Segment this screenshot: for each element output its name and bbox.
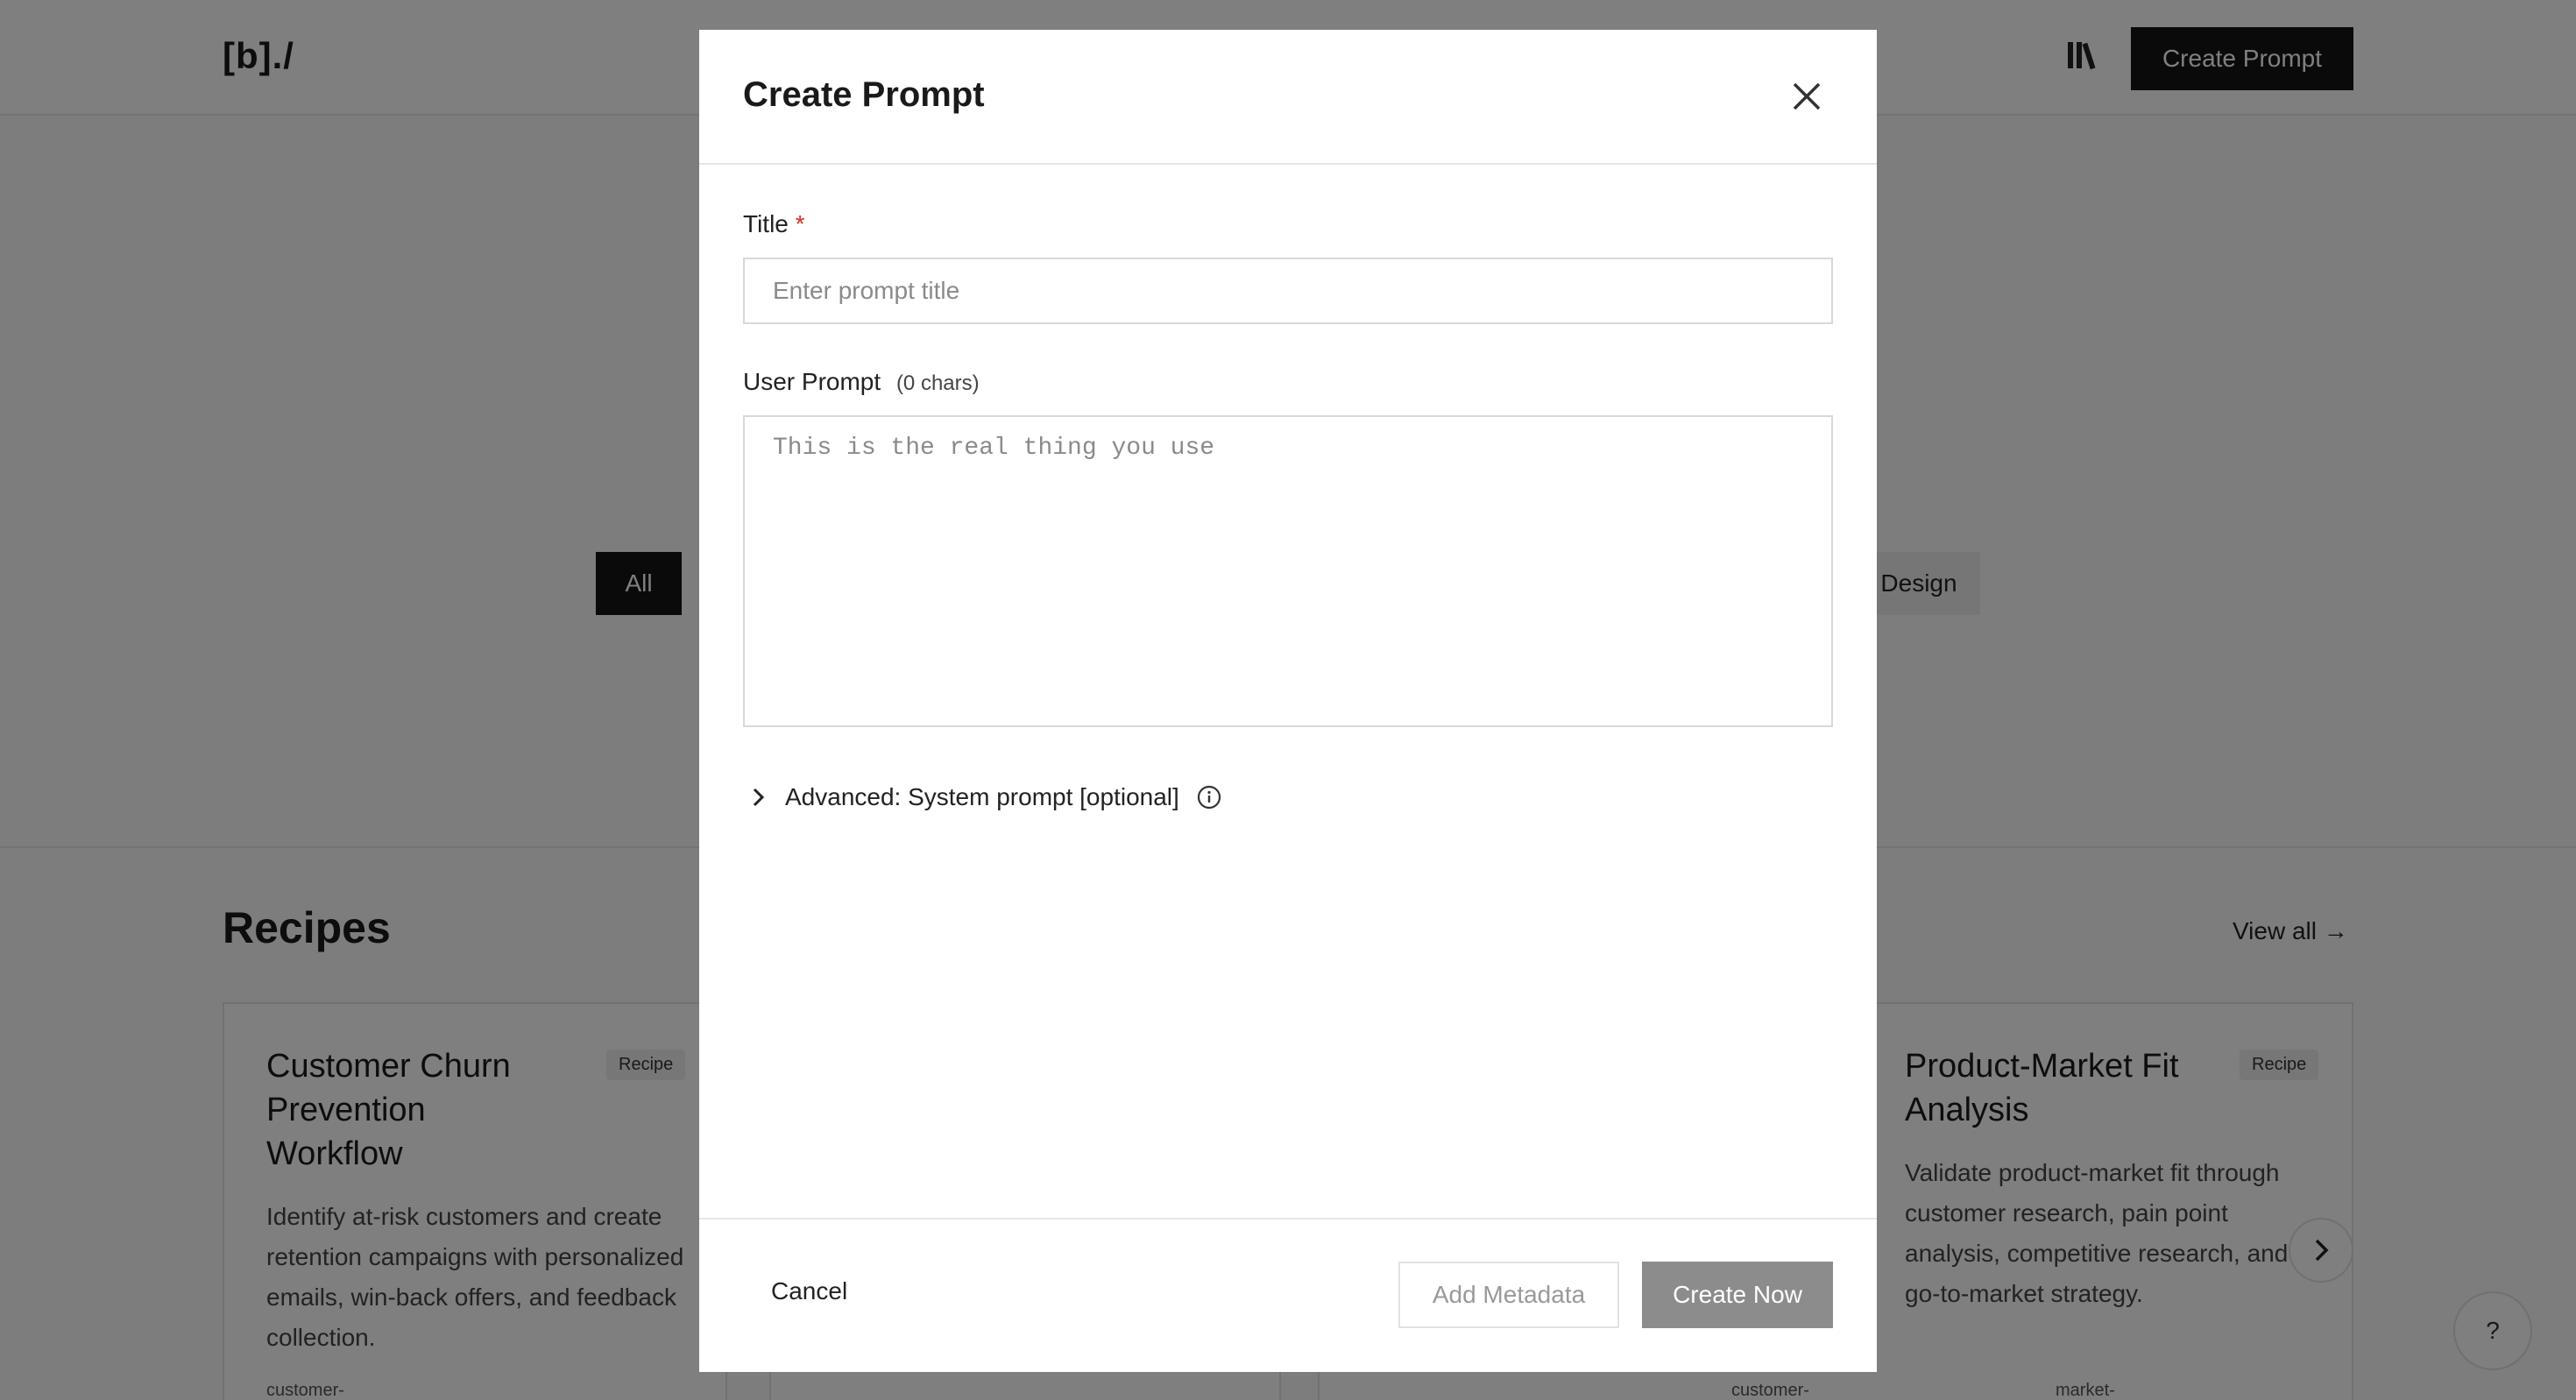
advanced-system-prompt-toggle[interactable]: Advanced: System prompt [optional] xyxy=(743,780,1223,815)
user-prompt-label: User Prompt (0 chars) xyxy=(743,368,980,396)
info-icon[interactable] xyxy=(1195,783,1223,811)
title-label: Title * xyxy=(743,210,805,238)
user-prompt-label-text: User Prompt xyxy=(743,368,881,395)
modal-footer: Cancel Add Metadata Create Now xyxy=(699,1218,1877,1372)
advanced-label: Advanced: System prompt [optional] xyxy=(785,783,1179,810)
title-label-text: Title xyxy=(743,210,789,237)
required-mark: * xyxy=(795,210,805,237)
create-prompt-modal: Create Prompt Title * User Prompt (0 cha… xyxy=(699,30,1877,1372)
close-icon[interactable] xyxy=(1789,79,1824,114)
create-now-button[interactable]: Create Now xyxy=(1642,1262,1833,1328)
modal-header: Create Prompt xyxy=(699,30,1877,165)
user-prompt-textarea[interactable] xyxy=(743,415,1833,727)
cancel-button[interactable]: Cancel xyxy=(743,1258,875,1325)
char-count: (0 chars) xyxy=(895,371,980,395)
chevron-right-icon xyxy=(753,788,765,807)
add-metadata-button[interactable]: Add Metadata xyxy=(1398,1262,1619,1328)
title-input[interactable] xyxy=(743,258,1833,324)
modal-title: Create Prompt xyxy=(743,75,985,114)
